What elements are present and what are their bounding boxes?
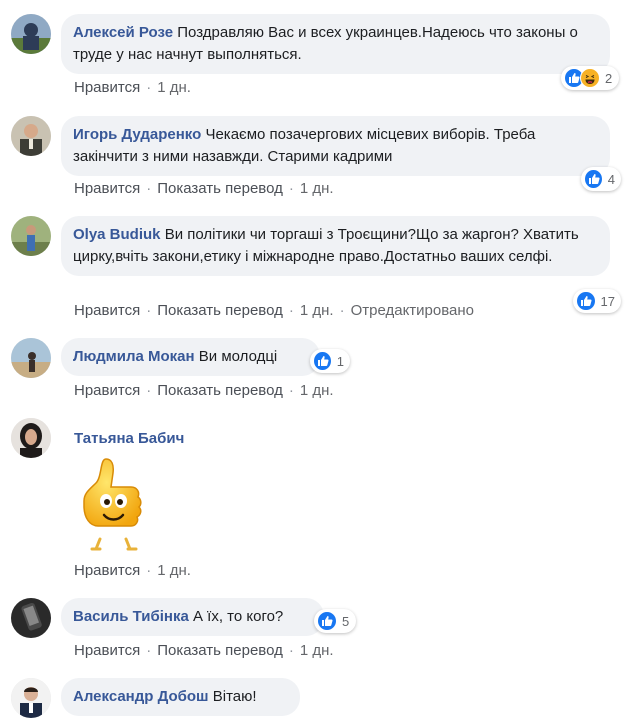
separator: ·	[146, 302, 152, 319]
like-icon	[317, 611, 337, 631]
comment-author[interactable]: Александр Добош	[73, 688, 209, 705]
like-icon	[576, 291, 596, 311]
comment-text: Вітаю!	[212, 688, 257, 705]
reaction-count: 17	[600, 293, 615, 309]
like-link[interactable]: Нравится	[74, 180, 140, 197]
show-translation-link[interactable]: Показать перевод	[157, 180, 283, 197]
comment-text: Ви молодці	[198, 348, 278, 365]
avatar[interactable]	[11, 418, 51, 458]
separator: ·	[146, 79, 152, 96]
separator: ·	[146, 562, 152, 579]
separator: ·	[288, 302, 294, 319]
like-link[interactable]: Нравится	[74, 642, 140, 659]
reactions-summary[interactable]: 2	[561, 66, 619, 90]
thumbs-up-sticker	[83, 458, 142, 551]
show-translation-link[interactable]: Показать перевод	[157, 302, 283, 319]
comment-actions: Нравится · 1 дн.	[74, 79, 191, 96]
avatar[interactable]	[11, 678, 51, 718]
comment-author[interactable]: Olya Budiuk	[73, 226, 161, 243]
haha-icon	[580, 68, 600, 88]
comment-actions: Нравится · Показать перевод · 1 дн. · Отредакт…	[74, 302, 474, 319]
like-link[interactable]: Нравится	[74, 382, 140, 399]
like-link[interactable]: Нравится	[74, 562, 140, 579]
comment-author[interactable]: Игорь Дударенко	[73, 126, 201, 143]
reactions-summary[interactable]: 1	[310, 349, 350, 373]
comment-text: А їх, то кого?	[192, 608, 284, 625]
separator: ·	[146, 180, 152, 197]
reactions-summary[interactable]: 5	[314, 609, 356, 633]
separator: ·	[288, 642, 294, 659]
separator: ·	[339, 302, 345, 319]
comment-author[interactable]: Василь Тибінка	[73, 608, 189, 625]
separator: ·	[146, 382, 152, 399]
comment-author[interactable]: Людмила Мокан	[73, 348, 195, 365]
like-icon	[313, 351, 332, 371]
comment-time[interactable]: 1 дн.	[300, 180, 334, 197]
reaction-count: 1	[336, 353, 344, 369]
show-translation-link[interactable]: Показать перевод	[157, 382, 283, 399]
avatar[interactable]	[11, 14, 51, 54]
separator: ·	[146, 642, 152, 659]
comment-actions: Нравится · Показать перевод · 1 дн.	[74, 642, 334, 659]
avatar[interactable]	[11, 116, 51, 156]
comment-bubble: Александр Добош Вітаю!	[61, 678, 300, 716]
avatar[interactable]	[11, 338, 51, 378]
comment-bubble: Алексей Розе Поздравляю Вас и всех украи…	[61, 14, 610, 74]
avatar[interactable]	[11, 598, 51, 638]
reaction-count: 4	[607, 171, 615, 187]
comment-time[interactable]: 1 дн.	[157, 79, 191, 96]
show-translation-link[interactable]: Показать перевод	[157, 642, 283, 659]
separator: ·	[288, 382, 294, 399]
comment-actions: Нравится · Показать перевод · 1 дн.	[74, 180, 334, 197]
comment-time[interactable]: 1 дн.	[157, 562, 191, 579]
separator: ·	[288, 180, 294, 197]
comment-time[interactable]: 1 дн.	[300, 382, 334, 399]
avatar[interactable]	[11, 216, 51, 256]
comment-author[interactable]: Татьяна Бабич	[74, 430, 184, 447]
edited-label[interactable]: Отредактировано	[351, 302, 474, 319]
comment-time[interactable]: 1 дн.	[300, 642, 334, 659]
comment-bubble: Людмила Мокан Ви молодці	[61, 338, 320, 376]
comment-bubble: Василь Тибінка А їх, то кого?	[61, 598, 324, 636]
comment-time[interactable]: 1 дн.	[300, 302, 334, 319]
like-icon	[584, 169, 603, 189]
comment-actions: Нравится · Показать перевод · 1 дн.	[74, 382, 334, 399]
comment-bubble: Игорь Дударенко Чекаємо позачергових міс…	[61, 116, 610, 176]
like-link[interactable]: Нравится	[74, 79, 140, 96]
comment-actions: Нравится · 1 дн.	[74, 562, 191, 579]
reaction-count: 2	[605, 70, 613, 86]
reactions-summary[interactable]: 4	[581, 167, 621, 191]
reaction-count: 5	[342, 613, 350, 629]
comment-author[interactable]: Алексей Розе	[73, 24, 173, 41]
reactions-summary[interactable]: 17	[573, 289, 621, 313]
like-link[interactable]: Нравится	[74, 302, 140, 319]
comment-bubble: Olya Budiuk Ви політики чи торгаші з Тро…	[61, 216, 610, 276]
